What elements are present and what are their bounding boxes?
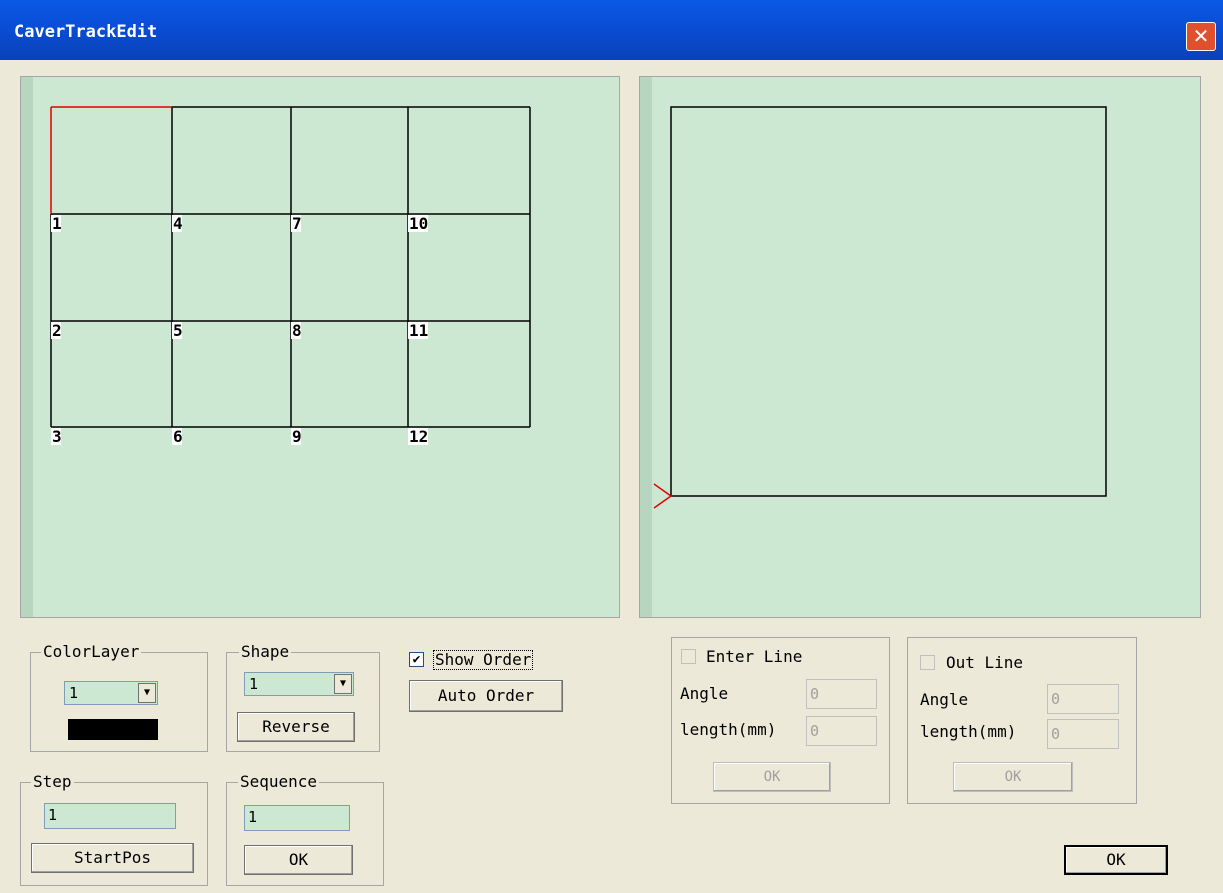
order-label: 2: [52, 321, 62, 340]
preview-shape: [670, 106, 1107, 497]
close-button[interactable]: ✕: [1186, 22, 1216, 51]
order-label: 10: [409, 214, 428, 233]
start-arrow-marker: [653, 483, 673, 509]
order-label: 7: [292, 214, 302, 233]
color-swatch: [68, 719, 158, 740]
order-label: 1: [52, 214, 62, 233]
title-bar: [0, 0, 1223, 60]
colorlayer-select[interactable]: 1 ▼: [64, 681, 158, 705]
shape-select[interactable]: 1 ▼: [244, 672, 354, 696]
auto-order-button[interactable]: Auto Order: [409, 680, 563, 712]
enter-angle-input[interactable]: 0: [806, 679, 877, 709]
reverse-button[interactable]: Reverse: [237, 712, 355, 742]
shape-value: 1: [249, 675, 259, 693]
enter-length-label: length(mm): [680, 720, 777, 739]
preview-drawing: [653, 106, 1107, 509]
ok-button[interactable]: OK: [1064, 845, 1168, 875]
close-icon: ✕: [1192, 24, 1210, 48]
shape-label: Shape: [239, 642, 292, 661]
sequence-ok-button[interactable]: OK: [244, 845, 353, 875]
enter-line-ok-button[interactable]: OK: [713, 762, 831, 792]
sequence-input[interactable]: 1: [244, 805, 350, 831]
track-canvas-right[interactable]: [639, 76, 1201, 618]
grid-drawing: 123456789101112: [50, 106, 531, 446]
track-canvas-left[interactable]: 1 2 3 4 5 6 7 8 9 10 11 12: [20, 76, 620, 618]
out-length-input[interactable]: 0: [1047, 719, 1119, 749]
show-order-checkbox[interactable]: ✔: [409, 652, 424, 667]
order-label: 8: [292, 321, 302, 340]
order-label: 3: [52, 427, 62, 446]
window-title: CaverTrackEdit: [14, 22, 158, 42]
out-length-label: length(mm): [920, 722, 1017, 741]
out-angle-input[interactable]: 0: [1047, 684, 1119, 714]
out-line-label[interactable]: Out Line: [946, 654, 1023, 672]
show-order-label[interactable]: Show Order: [433, 650, 534, 670]
out-line-ok-button[interactable]: OK: [953, 762, 1073, 792]
enter-line-label[interactable]: Enter Line: [706, 648, 802, 666]
step-label: Step: [31, 772, 74, 791]
sequence-label: Sequence: [238, 772, 320, 791]
colorlayer-label: ColorLayer: [41, 642, 142, 661]
step-input[interactable]: 1: [44, 803, 176, 829]
order-label: 5: [173, 321, 183, 340]
colorlayer-value: 1: [69, 684, 79, 702]
chevron-down-icon[interactable]: ▼: [138, 683, 156, 703]
order-label: 6: [173, 427, 183, 446]
order-labels: 123456789101112: [51, 214, 428, 446]
enter-angle-label: Angle: [680, 684, 729, 703]
order-label: 12: [409, 427, 428, 446]
out-line-checkbox[interactable]: [920, 655, 935, 670]
chevron-down-icon[interactable]: ▼: [334, 674, 352, 694]
order-label: 9: [292, 427, 302, 446]
checkmark-icon: ✔: [412, 652, 421, 667]
out-angle-label: Angle: [920, 690, 969, 709]
order-label: 11: [409, 321, 428, 340]
enter-line-checkbox[interactable]: [681, 649, 696, 664]
startpos-button[interactable]: StartPos: [31, 843, 194, 873]
enter-length-input[interactable]: 0: [806, 716, 877, 746]
order-label: 4: [173, 214, 183, 233]
